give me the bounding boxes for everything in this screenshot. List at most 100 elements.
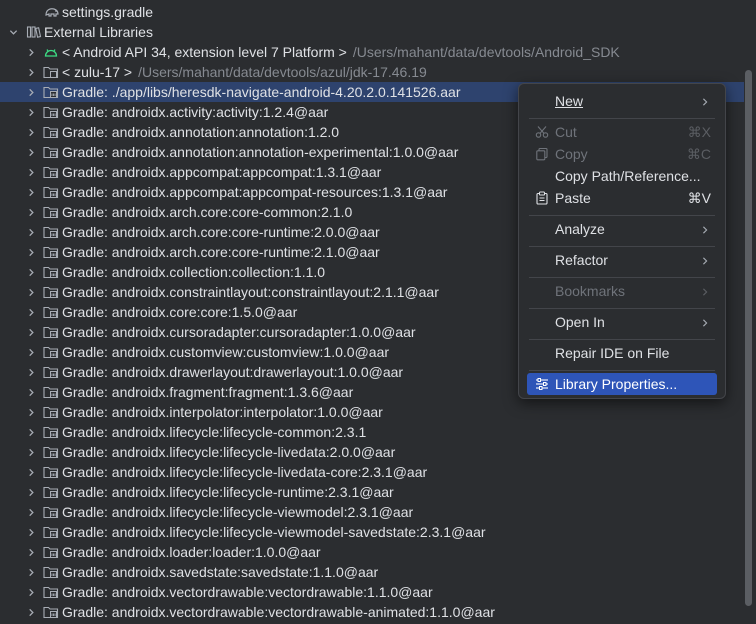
tree-item-label: External Libraries [44,24,153,40]
library-folder-icon [43,545,59,559]
android-icon [43,45,59,59]
menu-item-library-properties[interactable]: Library Properties... [527,373,717,395]
chevron-right-icon [701,249,709,271]
menu-item-label: Bookmarks [555,283,626,299]
tree-item-label: Gradle: androidx.interpolator:interpolat… [62,404,383,420]
menu-item-new[interactable]: New [527,90,717,112]
tree-item-label: Gradle: androidx.vectordrawable:vectordr… [62,584,433,600]
tree-item-library[interactable]: Gradle: androidx.lifecycle:lifecycle-run… [0,482,744,502]
library-folder-icon [43,605,59,619]
tree-item-library[interactable]: Gradle: androidx.savedstate:savedstate:1… [0,562,744,582]
menu-item-copy[interactable]: Copy ⌘C [527,143,717,165]
chevron-right-icon[interactable] [25,142,37,162]
menu-item-label: Paste [555,190,591,206]
tree-item-label: Gradle: androidx.fragment:fragment:1.3.6… [62,384,354,400]
library-folder-icon [43,325,59,339]
tree-item-library[interactable]: Gradle: androidx.vectordrawable:vectordr… [0,582,744,602]
menu-separator [529,277,715,278]
chevron-right-icon[interactable] [25,482,37,502]
tree-item-library[interactable]: Gradle: androidx.lifecycle:lifecycle-com… [0,422,744,442]
tree-item-settings-gradle[interactable]: settings.gradle [0,2,744,22]
shortcut: ⌘C [686,146,711,162]
chevron-right-icon[interactable] [25,202,37,222]
menu-item-open-in[interactable]: Open In [527,311,717,333]
chevron-right-icon[interactable] [25,162,37,182]
chevron-right-icon[interactable] [25,502,37,522]
library-folder-icon [43,145,59,159]
chevron-right-icon[interactable] [25,242,37,262]
library-folder-icon [43,305,59,319]
tree-item-library[interactable]: Gradle: androidx.loader:loader:1.0.0@aar [0,542,744,562]
tree-item-label: Gradle: androidx.appcompat:appcompat-res… [62,184,448,200]
menu-separator [529,246,715,247]
chevron-right-icon[interactable] [25,602,37,622]
clipboard-icon [535,191,549,205]
library-folder-icon [43,485,59,499]
chevron-down-icon[interactable] [7,22,19,42]
chevron-right-icon[interactable] [25,342,37,362]
tree-item-jdk[interactable]: < zulu-17 > /Users/mahant/data/devtools/a… [0,62,744,82]
chevron-right-icon[interactable] [25,282,37,302]
chevron-right-icon[interactable] [25,182,37,202]
chevron-right-icon[interactable] [25,542,37,562]
tree-item-external-libraries[interactable]: External Libraries [0,22,744,42]
menu-item-bookmarks[interactable]: Bookmarks [527,280,717,302]
tree-item-library[interactable]: Gradle: androidx.lifecycle:lifecycle-vie… [0,502,744,522]
chevron-right-icon [701,218,709,240]
tree-item-library[interactable]: Gradle: androidx.lifecycle:lifecycle-vie… [0,522,744,542]
chevron-right-icon [701,311,709,333]
chevron-right-icon[interactable] [25,62,37,82]
tree-item-label: Gradle: androidx.cursoradapter:cursorada… [62,324,416,340]
jdk-folder-icon [43,65,59,79]
library-folder-icon [43,405,59,419]
menu-item-copy-path[interactable]: Copy Path/Reference... [527,165,717,187]
chevron-right-icon[interactable] [25,322,37,342]
chevron-right-icon[interactable] [25,582,37,602]
library-folder-icon [43,585,59,599]
chevron-right-icon[interactable] [25,82,37,102]
library-folder-icon [43,425,59,439]
chevron-right-icon[interactable] [25,422,37,442]
library-folder-icon [43,505,59,519]
library-folder-icon [43,445,59,459]
chevron-right-icon[interactable] [25,462,37,482]
chevron-right-icon[interactable] [25,522,37,542]
library-folder-icon [43,525,59,539]
tree-item-library[interactable]: Gradle: androidx.interpolator:interpolat… [0,402,744,422]
menu-item-paste[interactable]: Paste ⌘V [527,187,717,209]
menu-item-refactor[interactable]: Refactor [527,249,717,271]
chevron-right-icon[interactable] [25,122,37,142]
menu-item-label: Refactor [555,252,608,268]
chevron-right-icon[interactable] [25,262,37,282]
tree-item-android-api[interactable]: < Android API 34, extension level 7 Plat… [0,42,744,62]
library-folder-icon [43,265,59,279]
tree-item-library[interactable]: Gradle: androidx.lifecycle:lifecycle-liv… [0,462,744,482]
library-folder-icon [43,125,59,139]
chevron-right-icon[interactable] [25,42,37,62]
tree-item-label: Gradle: androidx.lifecycle:lifecycle-vie… [62,524,486,540]
tree-item-label: Gradle: androidx.lifecycle:lifecycle-run… [62,484,394,500]
chevron-right-icon[interactable] [25,562,37,582]
tree-item-library[interactable]: Gradle: androidx.lifecycle:lifecycle-liv… [0,442,744,462]
tree-item-label: Gradle: androidx.vectordrawable:vectordr… [62,604,495,620]
chevron-right-icon[interactable] [25,102,37,122]
tree-item-label: Gradle: androidx.loader:loader:1.0.0@aar [62,544,321,560]
menu-item-repair-ide[interactable]: Repair IDE on File [527,342,717,364]
menu-item-label: Cut [555,124,577,140]
tree-item-library[interactable]: Gradle: androidx.vectordrawable:vectordr… [0,602,744,622]
library-folder-icon [43,185,59,199]
chevron-right-icon[interactable] [25,362,37,382]
menu-item-label: Analyze [555,221,605,237]
menu-item-analyze[interactable]: Analyze [527,218,717,240]
chevron-right-icon[interactable] [25,442,37,462]
tree-item-label: Gradle: androidx.drawerlayout:drawerlayo… [62,364,404,380]
tree-item-label: Gradle: androidx.collection:collection:1… [62,264,326,280]
menu-item-label: Repair IDE on File [555,345,670,361]
chevron-right-icon[interactable] [25,302,37,322]
menu-item-cut[interactable]: Cut ⌘X [527,121,717,143]
chevron-right-icon[interactable] [25,402,37,422]
chevron-right-icon[interactable] [25,222,37,242]
menu-item-label: Copy Path/Reference... [555,168,701,184]
vertical-scrollbar[interactable] [745,70,752,606]
chevron-right-icon[interactable] [25,382,37,402]
